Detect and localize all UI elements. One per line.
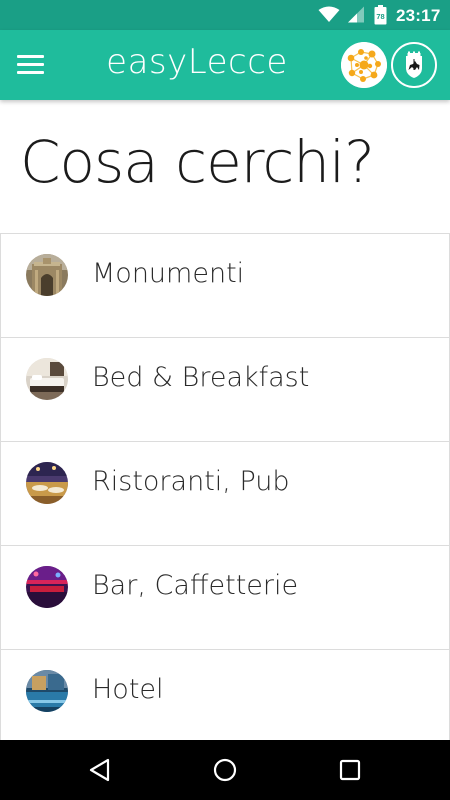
app-bar: easyLecce xyxy=(0,30,450,100)
category-label: Monumenti xyxy=(92,258,245,289)
lecce-crest-icon[interactable] xyxy=(391,42,437,88)
category-label: Bar, Caffetterie xyxy=(92,570,299,601)
wifi-icon xyxy=(318,6,340,27)
bed-breakfast-thumbnail-icon xyxy=(26,358,68,400)
navigation-bar xyxy=(0,740,450,800)
bar-caffetterie-thumbnail-icon xyxy=(26,566,68,608)
category-item-ristoranti-pub[interactable]: Ristoranti, Pub xyxy=(0,441,450,545)
battery-icon: 78 xyxy=(374,5,387,29)
ristoranti-pub-thumbnail-icon xyxy=(26,462,68,504)
category-label: Hotel xyxy=(92,674,164,705)
back-icon[interactable] xyxy=(84,754,116,786)
category-label: Ristoranti, Pub xyxy=(92,466,290,497)
battery-level: 78 xyxy=(376,12,384,21)
category-item-monumenti[interactable]: Monumenti xyxy=(0,233,450,337)
hotel-thumbnail-icon xyxy=(26,670,68,712)
easylecce-logo-icon[interactable] xyxy=(341,42,387,88)
monumenti-thumbnail-icon xyxy=(26,254,68,296)
page-heading: Cosa cerchi? xyxy=(20,128,375,196)
status-time: 23:17 xyxy=(396,6,441,25)
category-list: Monumenti Bed & Breakfast Ristoranti, Pu… xyxy=(0,233,450,753)
home-icon[interactable] xyxy=(209,754,241,786)
status-bar: 78 23:17 xyxy=(0,0,450,30)
category-item-bar-caffetterie[interactable]: Bar, Caffetterie xyxy=(0,545,450,649)
recents-icon[interactable] xyxy=(334,754,366,786)
category-label: Bed & Breakfast xyxy=(92,362,310,393)
cellular-signal-icon xyxy=(346,6,365,27)
category-item-hotel[interactable]: Hotel xyxy=(0,649,450,753)
app-title: easyLecce xyxy=(106,42,288,82)
category-item-bed-breakfast[interactable]: Bed & Breakfast xyxy=(0,337,450,441)
